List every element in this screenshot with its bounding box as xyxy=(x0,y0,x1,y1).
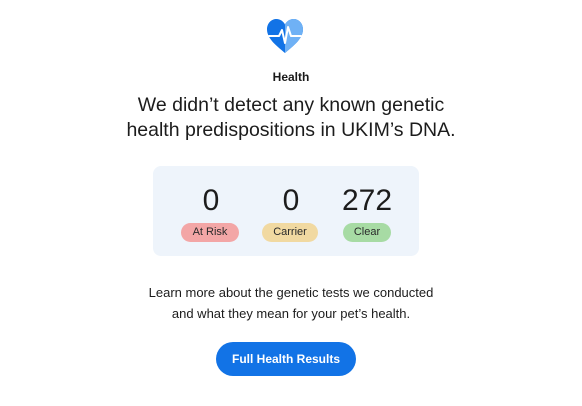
learn-more-text: Learn more about the genetic tests we co… xyxy=(0,282,582,324)
learn-more-line-2: and what they mean for your pet’s health… xyxy=(171,306,411,321)
headline: We didn’t detect any known genetic healt… xyxy=(0,93,582,143)
heart-pulse-icon xyxy=(267,19,303,53)
clear-count: 272 xyxy=(341,184,393,217)
stat-carrier: 0 Carrier xyxy=(251,166,331,256)
health-summary-page: Health We didn’t detect any known geneti… xyxy=(0,0,582,406)
clear-badge: Clear xyxy=(343,223,391,242)
learn-more-line-1: Learn more about the genetic tests we co… xyxy=(148,285,434,300)
carrier-badge: Carrier xyxy=(262,223,318,242)
section-title: Health xyxy=(272,70,310,84)
carrier-count: 0 xyxy=(282,184,300,217)
headline-line-1: We didn’t detect any known genetic xyxy=(137,94,445,116)
at-risk-badge: At Risk xyxy=(181,223,239,242)
results-summary-card: 0 At Risk 0 Carrier 272 Clear xyxy=(153,166,419,256)
stat-clear: 272 Clear xyxy=(327,166,407,256)
at-risk-count: 0 xyxy=(202,184,220,217)
stat-at-risk: 0 At Risk xyxy=(171,166,251,256)
full-health-results-button[interactable]: Full Health Results xyxy=(216,342,356,376)
headline-line-2: health predispositions in UKIM’s DNA. xyxy=(126,119,456,141)
